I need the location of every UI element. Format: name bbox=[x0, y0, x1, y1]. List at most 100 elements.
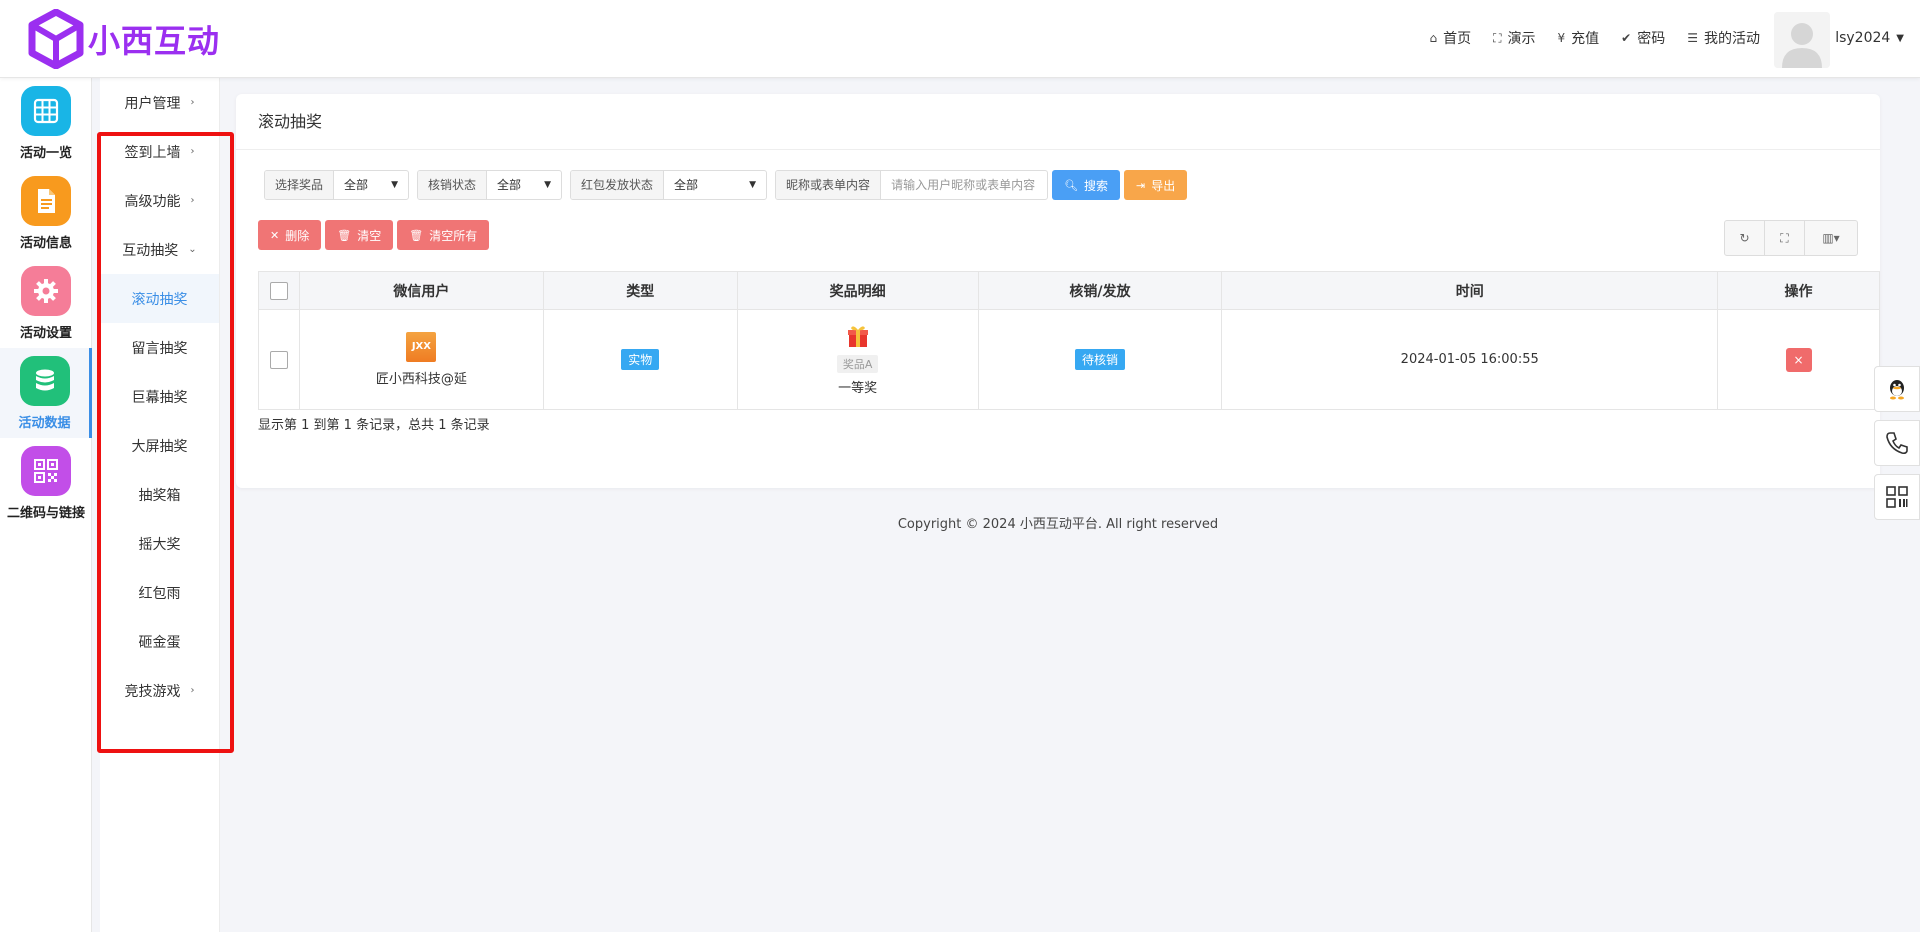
topnav-item-1[interactable]: ⛶ 演示 bbox=[1493, 28, 1535, 48]
submenu-item-8[interactable]: 抽奖箱 bbox=[100, 470, 219, 519]
submenu-item-6[interactable]: 巨幕抽奖 bbox=[100, 372, 219, 421]
gear-icon bbox=[21, 266, 71, 316]
rail-item-4[interactable]: 二维码与链接 bbox=[0, 438, 92, 528]
row-delete-button[interactable]: × bbox=[1785, 347, 1812, 372]
search-filter: 昵称或表单内容 请输入用户昵称或表单内容 bbox=[775, 170, 1049, 200]
header-prize-detail: 奖品明细 bbox=[736, 271, 979, 310]
rail-item-label: 活动信息 bbox=[19, 236, 72, 251]
submenu-item-label: 红包雨 bbox=[138, 585, 181, 602]
submenu-item-3[interactable]: 互动抽奖 ⌄ bbox=[100, 225, 219, 274]
verify-filter-label: 核销状态 bbox=[418, 171, 488, 199]
topnav-item-4[interactable]: ☰ 我的活动 bbox=[1687, 28, 1760, 48]
footer-copyright: Copyright © 2024 小西互动平台. All right reser… bbox=[897, 517, 1219, 532]
document-icon bbox=[21, 176, 71, 226]
header-time: 时间 bbox=[1221, 271, 1719, 310]
chevron-down-icon: ▼ bbox=[749, 180, 757, 190]
topnav-label: 演示 bbox=[1507, 31, 1536, 47]
topnav-item-2[interactable]: ¥ 充值 bbox=[1558, 28, 1600, 48]
prize-filter-label: 选择奖品 bbox=[265, 171, 335, 199]
close-icon: ✕ bbox=[270, 228, 280, 242]
topnav-label: 充值 bbox=[1571, 31, 1600, 47]
rail-item-1[interactable]: 活动信息 bbox=[0, 168, 92, 258]
sub-menu: 用户管理 › 签到上墙 › 高级功能 › 互动抽奖 ⌄ 滚动抽奖 留言抽奖 巨幕抽奖 大屏抽奖 抽奖箱摇… bbox=[100, 78, 220, 932]
row-checkbox[interactable] bbox=[269, 350, 288, 369]
rail-item-label: 二维码与链接 bbox=[6, 506, 85, 521]
page-title: 滚动抽奖 bbox=[236, 94, 1880, 150]
rail-item-label: 活动数据 bbox=[18, 416, 71, 431]
rail-item-2[interactable]: 活动设置 bbox=[0, 258, 92, 348]
topnav-item-0[interactable]: ⌂ 首页 bbox=[1430, 28, 1472, 48]
type-badge: 实物 bbox=[621, 349, 660, 370]
qq-contact-button[interactable] bbox=[1874, 366, 1920, 412]
submenu-item-1[interactable]: 签到上墙 › bbox=[100, 127, 219, 176]
clear-all-button[interactable]: 🗑︎ 清空所有 bbox=[397, 220, 490, 250]
submenu-item-11[interactable]: 砸金蛋 bbox=[100, 617, 219, 666]
submenu-item-label: 砸金蛋 bbox=[138, 634, 181, 651]
chevron-right-icon: › bbox=[190, 685, 195, 696]
submenu-item-label: 大屏抽奖 bbox=[131, 438, 188, 455]
topnav-item-3[interactable]: ✔ 密码 bbox=[1621, 28, 1665, 48]
filter-bar: 选择奖品 全部 ▼ 核销状态 全部 ▼ 红包发放状态 全部 ▼ 昵称或表单内容 请输入… bbox=[264, 170, 1191, 200]
submenu-item-2[interactable]: 高级功能 › bbox=[100, 176, 219, 225]
trash-icon: 🗑︎ bbox=[409, 228, 424, 242]
verify-select-value: 全部 bbox=[497, 178, 522, 192]
search-input[interactable]: 请输入用户昵称或表单内容 bbox=[881, 171, 1047, 199]
table-header-row: 微信用户 类型 奖品明细 核销/发放 时间 操作 bbox=[258, 271, 1880, 310]
chevron-down-icon: ▼ bbox=[544, 180, 552, 190]
chevron-down-icon: ▼ bbox=[391, 180, 399, 190]
rail-item-label: 活动设置 bbox=[19, 326, 72, 341]
submenu-item-label: 用户管理 bbox=[124, 95, 181, 112]
rail-item-0[interactable]: 活动一览 bbox=[0, 78, 92, 168]
username-label: lsy2024 bbox=[1835, 30, 1891, 46]
verify-select[interactable]: 全部 ▼ bbox=[487, 171, 561, 199]
submenu-item-label: 巨幕抽奖 bbox=[131, 389, 188, 406]
qrcode-icon bbox=[21, 446, 71, 496]
records-table: 微信用户 类型 奖品明细 核销/发放 时间 操作 JXX 匠小西科技@延 实物 bbox=[258, 271, 1880, 410]
qrcode-button[interactable] bbox=[1874, 474, 1920, 520]
yen-icon: ¥ bbox=[1557, 31, 1566, 45]
submenu-item-4[interactable]: 滚动抽奖 bbox=[100, 274, 219, 323]
user-nickname: 匠小西科技@延 bbox=[375, 372, 467, 387]
verify-filter: 核销状态 全部 ▼ bbox=[417, 170, 563, 200]
topnav-label: 首页 bbox=[1443, 31, 1472, 47]
submenu-item-10[interactable]: 红包雨 bbox=[100, 568, 219, 617]
rail-item-label: 活动一览 bbox=[19, 146, 72, 161]
prize-name: 一等奖 bbox=[838, 381, 878, 396]
check-circle-icon: ✔ bbox=[1621, 31, 1632, 45]
caret-down-icon: ▼ bbox=[1896, 32, 1904, 44]
clear-button[interactable]: 🗑︎ 清空 bbox=[325, 220, 394, 250]
avatar[interactable] bbox=[1774, 12, 1830, 68]
user-silhouette-icon bbox=[1774, 12, 1830, 68]
submenu-item-9[interactable]: 摇大奖 bbox=[100, 519, 219, 568]
fullscreen-icon[interactable]: ⛶ bbox=[1765, 221, 1805, 255]
prize-select-value: 全部 bbox=[344, 178, 369, 192]
export-button-label: 导出 bbox=[1151, 178, 1176, 193]
trash-icon: 🗑︎ bbox=[337, 228, 352, 242]
redpack-select-value: 全部 bbox=[674, 178, 699, 192]
status-badge[interactable]: 待核销 bbox=[1074, 349, 1125, 370]
delete-button[interactable]: ✕ 删除 bbox=[258, 220, 322, 250]
columns-icon[interactable]: ▥▾ bbox=[1805, 221, 1857, 255]
submenu-item-label: 摇大奖 bbox=[138, 536, 181, 553]
submenu-item-5[interactable]: 留言抽奖 bbox=[100, 323, 219, 372]
brand-name: 小西互动 bbox=[88, 22, 221, 60]
export-button[interactable]: ⇥ 导出 bbox=[1124, 170, 1188, 200]
home-icon: ⌂ bbox=[1429, 31, 1438, 45]
redpack-select[interactable]: 全部 ▼ bbox=[664, 171, 766, 199]
qrcode-icon bbox=[1886, 486, 1908, 508]
operation-cell: × bbox=[1717, 309, 1880, 410]
gift-box-icon bbox=[847, 326, 868, 347]
submenu-item-12[interactable]: 竞技游戏 › bbox=[100, 666, 219, 715]
prize-select[interactable]: 全部 ▼ bbox=[334, 171, 408, 199]
search-button[interactable]: 🔍︎ 搜索 bbox=[1052, 170, 1121, 200]
submenu-item-0[interactable]: 用户管理 › bbox=[100, 78, 219, 127]
user-avatar: JXX bbox=[406, 332, 437, 362]
select-all-checkbox[interactable] bbox=[269, 281, 288, 300]
user-menu[interactable]: lsy2024 ▼ bbox=[1835, 30, 1904, 46]
row-select-cell bbox=[258, 309, 300, 410]
rail-item-3[interactable]: 活动数据 bbox=[0, 348, 92, 438]
submenu-item-7[interactable]: 大屏抽奖 bbox=[100, 421, 219, 470]
phone-contact-button[interactable] bbox=[1874, 420, 1920, 466]
refresh-icon[interactable]: ↻ bbox=[1725, 221, 1765, 255]
brand-logo[interactable]: 小西互动 bbox=[28, 9, 220, 69]
